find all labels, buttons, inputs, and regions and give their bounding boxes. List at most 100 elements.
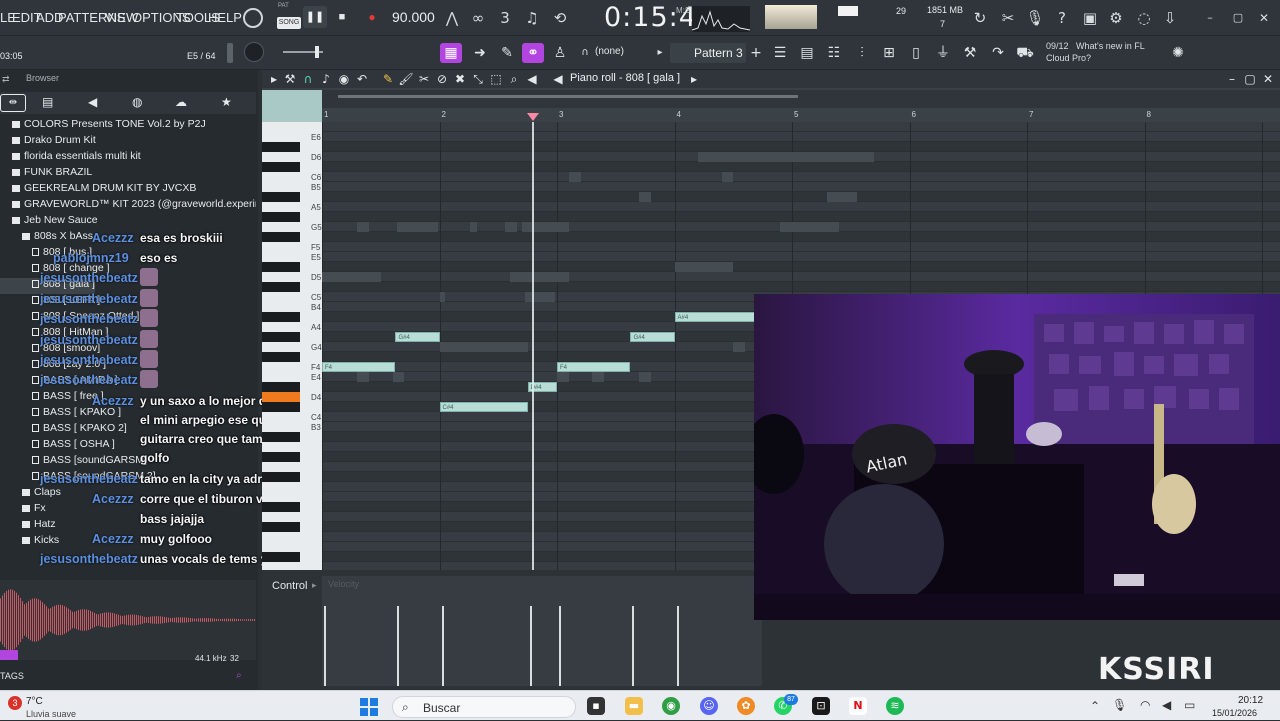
velocity-bar[interactable] — [676, 606, 679, 686]
black-key[interactable] — [262, 452, 300, 462]
mixer-icon[interactable]: ☷ — [824, 43, 844, 63]
master-knob[interactable] — [243, 8, 263, 28]
pattern-selector[interactable]: Pattern 3 — [670, 43, 746, 63]
plug-icon[interactable]: ⏚ — [933, 43, 953, 63]
channel-rack-icon[interactable]: ▤ — [797, 43, 817, 63]
pr-left-arrow-icon[interactable]: ◀ — [550, 71, 566, 87]
tray-volume-icon[interactable]: ◀ — [1162, 698, 1171, 712]
browser-cloud-tab-icon[interactable]: ☁ — [175, 95, 187, 109]
start-button[interactable] — [360, 698, 378, 716]
pr-mute-icon[interactable]: ✖ — [452, 71, 468, 87]
pr-zoom-icon[interactable]: ⌕ — [506, 71, 522, 87]
velocity-lane[interactable]: Velocity — [322, 576, 762, 686]
taskbar-date[interactable]: 15/01/2026 — [1212, 708, 1257, 718]
black-key[interactable] — [262, 262, 300, 272]
black-key[interactable] — [262, 282, 300, 292]
playhead-marker[interactable] — [527, 108, 539, 121]
pr-menu-arrow-icon[interactable]: ▸ — [266, 71, 282, 87]
metronome-icon[interactable]: ⋀ — [442, 8, 462, 28]
pr-magnet-icon[interactable]: ∩ — [300, 71, 316, 87]
countdown-icon[interactable]: 3 — [495, 8, 515, 28]
share-icon[interactable]: ↷ — [988, 43, 1008, 63]
browser-file[interactable]: BASS [ free ] — [0, 390, 104, 406]
control-label[interactable]: Control — [272, 580, 307, 592]
black-key[interactable] — [262, 402, 300, 412]
pr-slip-icon[interactable]: ⤡ — [470, 71, 486, 87]
velocity-bar[interactable] — [529, 606, 532, 686]
preview-play-button[interactable] — [0, 650, 18, 660]
fl-studio-icon[interactable]: ✿ — [737, 697, 755, 715]
browser-folder[interactable]: COLORS Presents TONE Vol.2 by P2J — [0, 119, 206, 134]
black-key[interactable] — [262, 162, 300, 172]
browser-folder[interactable]: 808s X bAss — [0, 230, 93, 246]
wrench-icon[interactable]: ⚒ — [960, 43, 980, 63]
tray-overflow-icon[interactable]: ⌃ — [1090, 699, 1100, 713]
browser-file[interactable]: BASS [ OSHA ] — [0, 438, 115, 454]
pr-undo-icon[interactable]: ↶ — [354, 71, 370, 87]
pr-speaker-icon[interactable]: ◀ — [524, 71, 540, 87]
file-explorer-icon[interactable]: ▬ — [625, 697, 643, 715]
black-key[interactable] — [262, 382, 300, 392]
browser-audio-tab-icon[interactable]: ◀ — [88, 95, 97, 109]
pr-maximize-icon[interactable]: ▢ — [1242, 71, 1258, 87]
spotify-icon[interactable]: ≋ — [886, 697, 904, 715]
tray-wifi-icon[interactable]: ◠ — [1140, 698, 1150, 712]
browser-favorites-tab-icon[interactable]: ★ — [221, 95, 232, 109]
black-key[interactable] — [262, 332, 300, 342]
midi-note[interactable]: F4 — [557, 362, 631, 372]
taskbar-search[interactable]: ⌕ Buscar — [392, 696, 576, 718]
link-icon[interactable]: ⚭ — [522, 43, 544, 63]
browser-folder[interactable]: GRAVEWORLD™ KIT 2023 (@graveworld.experi… — [0, 198, 256, 214]
browser-folder[interactable]: Jeb New Sauce — [0, 214, 98, 230]
midi-note[interactable]: G#4 — [395, 332, 440, 342]
tempo-display[interactable]: 90.000 — [392, 9, 435, 25]
pr-overview-thumb[interactable] — [262, 90, 322, 122]
pr-close-icon[interactable]: ✕ — [1260, 71, 1276, 87]
fl-cloud-icon[interactable]: ✺ — [1168, 43, 1188, 63]
pr-right-arrow-icon[interactable]: ▸ — [686, 71, 702, 87]
black-key[interactable] — [262, 212, 300, 222]
black-key[interactable] — [262, 522, 300, 532]
song-mode-button[interactable]: SONG — [277, 17, 301, 29]
weather-temp[interactable]: 7°C — [26, 696, 43, 707]
volume-handle[interactable] — [315, 46, 319, 58]
pr-wrench-icon[interactable]: ⚒ — [282, 71, 298, 87]
wait-input-icon[interactable]: ∞ — [468, 8, 488, 28]
piano-keyboard[interactable]: E6 D6 C6 B5 A5 G5 F5 E5 D5 C5 B4 A4 G4 F4 E4 D4 C4 B3 — [262, 122, 322, 570]
black-key[interactable] — [262, 232, 300, 242]
browser-folder[interactable]: Hatz — [0, 518, 56, 534]
microphone-icon[interactable]: 🎙 — [1025, 8, 1045, 28]
browser-arrows-icon[interactable]: ⇄ — [2, 74, 10, 85]
midi-note[interactable]: G#4 — [630, 332, 675, 342]
record-button[interactable]: ● — [363, 6, 381, 28]
tray-mic-icon[interactable]: 🎙 — [1112, 698, 1127, 712]
pr-record-icon[interactable]: ◉ — [336, 71, 352, 87]
browser-file[interactable]: BASS [ KPAKO ] — [0, 406, 121, 422]
news-headline[interactable]: What's new in FL — [1076, 41, 1145, 51]
chrome-icon[interactable]: ◉ — [662, 697, 680, 715]
piano-roll-icon[interactable]: ☰ — [770, 43, 790, 63]
loop-record-icon[interactable]: ⟲ — [550, 8, 570, 28]
browser-folder[interactable]: Fx — [0, 502, 46, 518]
add-pattern-icon[interactable]: + — [746, 43, 766, 63]
tray-battery-icon[interactable]: ▭ — [1184, 698, 1195, 712]
browser-file[interactable]: BASS [soundGARSM] — [0, 454, 147, 470]
velocity-bar[interactable] — [441, 606, 444, 686]
pr-pencil-icon[interactable]: ✎ — [380, 71, 396, 87]
pat-label[interactable]: PAT — [278, 3, 302, 13]
arrow-play-icon[interactable]: ▸ — [650, 43, 670, 63]
arrow-right-icon[interactable]: ➜ — [470, 43, 490, 63]
maximize-icon[interactable]: ▢ — [1228, 8, 1248, 28]
velocity-bar[interactable] — [559, 606, 561, 686]
help-icon[interactable]: ? — [1052, 8, 1072, 28]
midi-note[interactable]: C#4 — [439, 402, 528, 412]
velocity-bar[interactable] — [397, 606, 400, 686]
cart-icon[interactable]: ⛟ — [1015, 43, 1035, 63]
snap-select[interactable]: (none) — [595, 46, 624, 57]
black-key[interactable] — [262, 352, 300, 362]
capcut-icon[interactable]: ⊡ — [812, 697, 830, 715]
browser-folder[interactable]: Kicks — [0, 534, 59, 550]
midi-note[interactable]: F4 — [322, 362, 396, 372]
plugin-icon[interactable]: ⚙ — [1106, 8, 1126, 28]
minimize-icon[interactable]: – — [1200, 8, 1220, 28]
